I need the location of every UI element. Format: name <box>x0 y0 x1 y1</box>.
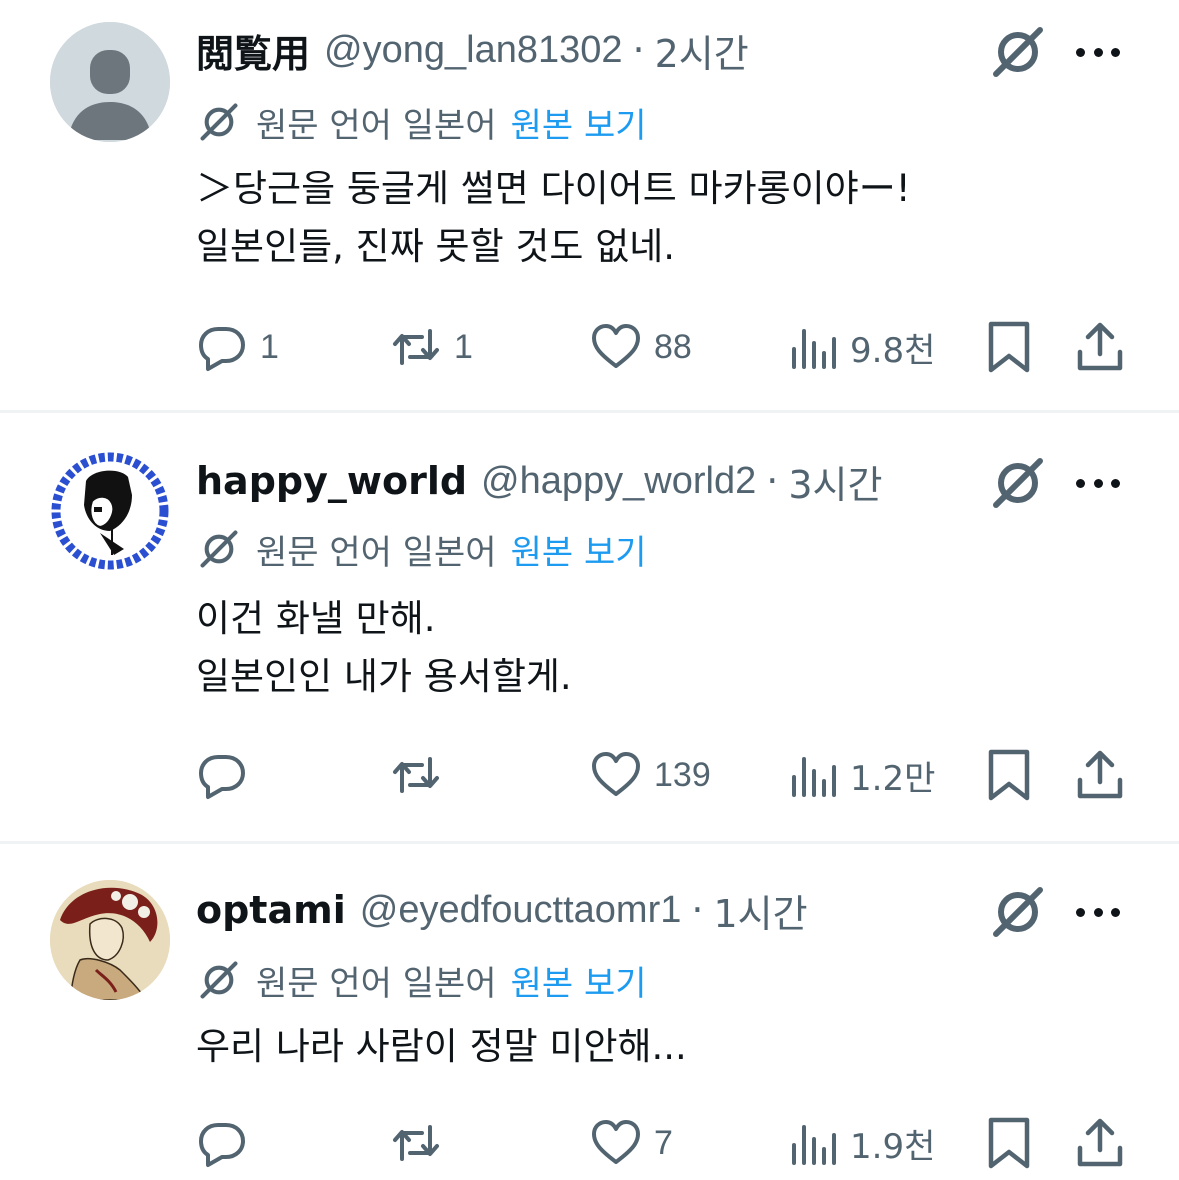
grok-icon[interactable] <box>990 455 1046 511</box>
view-original-link[interactable]: 원본 보기 <box>511 956 647 1005</box>
separator-dot: · <box>632 28 645 72</box>
repost-button[interactable]: 1 <box>390 320 473 374</box>
translation-info: 원문 언어 일본어 원본 보기 <box>196 525 647 574</box>
username[interactable]: happy_world <box>196 459 467 503</box>
bookmark-icon[interactable] <box>986 320 1032 374</box>
grok-icon[interactable] <box>990 884 1046 940</box>
reply-icon <box>199 1123 245 1167</box>
reply-icon <box>199 327 245 371</box>
tweet-text-line: 우리 나라 사람이 정말 미안해... <box>196 1025 687 1068</box>
like-count: 88 <box>654 327 692 366</box>
tweet[interactable]: optami @eyedfoucttaomr1 · 1시간 원문 언어 일본어 … <box>0 844 1179 1180</box>
share-icon[interactable] <box>1074 1116 1126 1170</box>
avatar-image <box>50 880 170 1000</box>
original-language-label: 원문 언어 일본어 <box>256 532 497 573</box>
repost-icon <box>393 1125 439 1161</box>
grok-icon[interactable] <box>990 24 1046 80</box>
views-chart-icon <box>792 757 836 797</box>
translation-info: 원문 언어 일본어 원본 보기 <box>196 956 647 1005</box>
reply-button[interactable] <box>196 748 260 802</box>
view-count: 9.8천 <box>850 330 936 371</box>
timestamp[interactable]: 2시간 <box>655 23 749 78</box>
repost-icon <box>393 329 439 365</box>
more-options-icon[interactable] <box>1076 42 1120 62</box>
reply-button[interactable] <box>196 1116 260 1170</box>
share-icon[interactable] <box>1074 320 1126 374</box>
view-original-link[interactable]: 원본 보기 <box>511 98 647 147</box>
like-button[interactable]: 7 <box>590 1116 673 1170</box>
repost-icon <box>393 757 439 793</box>
reply-count: 1 <box>260 327 279 366</box>
view-original-link[interactable]: 원본 보기 <box>511 525 647 574</box>
tweet[interactable]: happy_world @happy_world2 · 3시간 원문 언어 일본… <box>0 413 1179 841</box>
original-language-label: 원문 언어 일본어 <box>256 105 497 146</box>
timestamp[interactable]: 3시간 <box>788 454 882 509</box>
view-count: 1.2만 <box>850 758 936 799</box>
separator-dot: · <box>766 459 779 503</box>
reply-icon <box>199 755 245 799</box>
more-options-icon[interactable] <box>1076 902 1120 922</box>
timestamp[interactable]: 1시간 <box>713 883 807 938</box>
default-profile-icon <box>50 22 170 142</box>
user-handle[interactable]: @eyedfoucttaomr1 <box>360 889 682 932</box>
separator-dot: · <box>691 888 704 932</box>
avatar[interactable] <box>50 22 170 142</box>
views-button[interactable]: 1.9천 <box>786 1116 935 1170</box>
heart-icon <box>592 1120 640 1164</box>
username[interactable]: optami <box>196 888 346 932</box>
translate-icon <box>200 103 238 141</box>
tweet-header: happy_world @happy_world2 · 3시간 <box>196 453 882 509</box>
avatar-image <box>51 452 169 570</box>
views-chart-icon <box>792 1125 836 1165</box>
share-icon[interactable] <box>1074 748 1126 802</box>
reply-button[interactable]: 1 <box>196 320 279 374</box>
original-language-label: 원문 언어 일본어 <box>256 963 497 1004</box>
tweet-text-line: 일본인인 내가 용서할게. <box>196 655 572 698</box>
tweet-header: optami @eyedfoucttaomr1 · 1시간 <box>196 882 808 938</box>
like-count: 7 <box>654 1123 673 1162</box>
heart-icon <box>592 752 640 796</box>
avatar[interactable] <box>50 451 170 571</box>
views-button[interactable]: 9.8천 <box>786 320 935 374</box>
tweet-text: 우리 나라 사람이 정말 미안해... <box>196 1018 687 1076</box>
tweet[interactable]: 閲覧用 @yong_lan81302 · 2시간 원문 언어 일본어 원본 보기… <box>0 0 1179 410</box>
username[interactable]: 閲覧用 <box>196 23 310 78</box>
tweet-header: 閲覧用 @yong_lan81302 · 2시간 <box>196 22 749 78</box>
view-count: 1.9천 <box>850 1126 936 1167</box>
repost-button[interactable] <box>390 1116 454 1170</box>
repost-count: 1 <box>454 327 473 366</box>
user-handle[interactable]: @happy_world2 <box>481 460 756 503</box>
like-button[interactable]: 139 <box>590 748 711 802</box>
more-options-icon[interactable] <box>1076 473 1120 493</box>
bookmark-icon[interactable] <box>986 1116 1032 1170</box>
tweet-text-line: 일본인들, 진짜 못할 것도 없네. <box>196 225 676 268</box>
avatar[interactable] <box>50 880 170 1000</box>
tweet-text: ＞당근을 둥글게 썰면 다이어트 마카롱이야ー! 일본인들, 진짜 못할 것도 … <box>196 160 911 276</box>
heart-icon <box>592 324 640 368</box>
like-button[interactable]: 88 <box>590 320 692 374</box>
views-button[interactable]: 1.2만 <box>786 748 935 802</box>
translate-icon <box>200 530 238 568</box>
like-count: 139 <box>654 755 711 794</box>
translate-icon <box>200 961 238 999</box>
translation-info: 원문 언어 일본어 원본 보기 <box>196 98 647 147</box>
user-handle[interactable]: @yong_lan81302 <box>324 29 623 72</box>
tweet-text: 이건 화낼 만해. 일본인인 내가 용서할게. <box>196 590 572 706</box>
bookmark-icon[interactable] <box>986 748 1032 802</box>
views-chart-icon <box>792 329 836 369</box>
repost-button[interactable] <box>390 748 454 802</box>
tweet-text-line: 이건 화낼 만해. <box>196 597 436 640</box>
tweet-text-line: ＞당근을 둥글게 썰면 다이어트 마카롱이야ー! <box>196 167 911 210</box>
